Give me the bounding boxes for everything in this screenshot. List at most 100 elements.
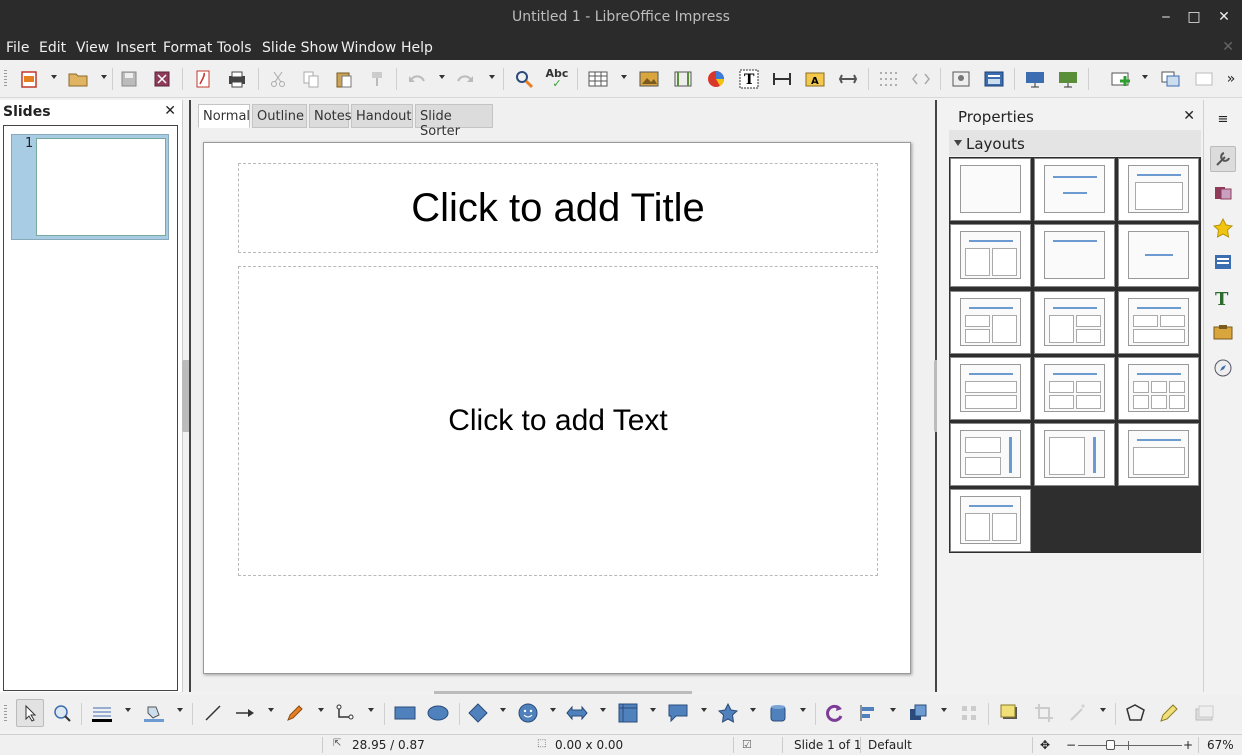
close-properties-icon[interactable]: ✕ — [1183, 108, 1195, 124]
layout-title-6content[interactable] — [1118, 357, 1199, 420]
new-document-icon[interactable] — [18, 68, 40, 90]
start-slideshow-icon[interactable] — [1024, 68, 1046, 90]
distribute-icon[interactable] — [958, 702, 980, 724]
flowchart-icon[interactable] — [617, 702, 639, 724]
properties-wrench-icon[interactable] — [1210, 146, 1236, 172]
connector-icon[interactable] — [334, 702, 356, 724]
save-as-icon[interactable] — [151, 68, 173, 90]
filter-wand-icon[interactable] — [1067, 702, 1089, 724]
menu-window[interactable]: Window — [341, 40, 396, 56]
callouts-icon[interactable] — [667, 702, 689, 724]
stars-icon[interactable] — [717, 702, 739, 724]
fit-slide-icon[interactable]: ✥ — [1040, 738, 1050, 752]
layout-title-vertical-text-clipart[interactable] — [950, 489, 1031, 552]
copy-icon[interactable] — [300, 68, 322, 90]
slide-canvas[interactable]: Click to add Title Click to add Text — [203, 142, 911, 674]
fill-color-icon[interactable] — [143, 702, 165, 724]
ellipse-icon[interactable] — [427, 702, 449, 724]
save-icon[interactable] — [118, 68, 140, 90]
close-slides-pane-icon[interactable]: ✕ — [164, 103, 176, 119]
tab-outline[interactable]: Outline — [252, 104, 307, 128]
layout-title-4content[interactable] — [1034, 357, 1115, 420]
layout-title-content-and-2content[interactable] — [1034, 291, 1115, 354]
new-slide-icon[interactable] — [1110, 68, 1132, 90]
menu-insert[interactable]: Insert — [116, 40, 156, 56]
close-window-button[interactable]: ✕ — [1216, 9, 1232, 25]
arrange-icon[interactable] — [907, 702, 929, 724]
curve-pencil-icon[interactable] — [284, 702, 306, 724]
glue-points-icon[interactable] — [1158, 702, 1180, 724]
hyperlink-icon[interactable] — [837, 68, 859, 90]
zoom-in-button[interactable]: + — [1183, 738, 1193, 752]
layout-centered-text[interactable] — [1118, 224, 1199, 287]
layout-title-slide[interactable] — [1034, 158, 1115, 221]
table-icon[interactable] — [587, 68, 609, 90]
filter-dropdown-icon[interactable] — [1100, 708, 1106, 712]
redo-icon[interactable] — [454, 68, 476, 90]
close-document-icon[interactable]: ✕ — [1222, 39, 1234, 55]
zoom-pan-icon[interactable] — [51, 702, 73, 724]
layout-title-content-over-content[interactable] — [950, 357, 1031, 420]
menu-file[interactable]: File — [6, 40, 29, 56]
basic-shapes-diamond-icon[interactable] — [467, 702, 489, 724]
curve-dropdown-icon[interactable] — [318, 708, 324, 712]
print-icon[interactable] — [226, 68, 248, 90]
media-icon[interactable] — [672, 68, 694, 90]
redo-dropdown-icon[interactable] — [489, 75, 495, 79]
crop-icon[interactable] — [1033, 702, 1055, 724]
arrow-dropdown-icon[interactable] — [268, 708, 274, 712]
helplines-icon[interactable] — [910, 68, 932, 90]
slide-layout-icon[interactable] — [983, 68, 1005, 90]
block-arrows-dropdown-icon[interactable] — [600, 708, 606, 712]
layouts-section-header[interactable]: Layouts — [949, 130, 1201, 156]
layout-title-only[interactable] — [1034, 224, 1115, 287]
export-pdf-icon[interactable] — [192, 68, 214, 90]
toolbar-grip[interactable] — [4, 705, 7, 723]
sidebar-menu-icon[interactable]: ≡ — [1212, 108, 1234, 130]
zoom-out-button[interactable]: − — [1066, 738, 1076, 752]
spellcheck-icon[interactable]: Abc ✓ — [546, 68, 569, 90]
symbol-shapes-dropdown-icon[interactable] — [550, 708, 556, 712]
menu-slide-show[interactable]: Slide Show — [262, 40, 338, 56]
toolbar-grip[interactable] — [4, 70, 7, 88]
connector-dropdown-icon[interactable] — [368, 708, 374, 712]
3d-objects-icon[interactable] — [767, 702, 789, 724]
tab-slide-sorter[interactable]: Slide Sorter — [415, 104, 493, 139]
start-current-slide-icon[interactable] — [1057, 68, 1079, 90]
shadow-icon[interactable] — [998, 702, 1020, 724]
menu-tools[interactable]: Tools — [217, 40, 252, 56]
cut-icon[interactable] — [267, 68, 289, 90]
stars-dropdown-icon[interactable] — [750, 708, 756, 712]
layout-title-2content-over-content[interactable] — [1118, 291, 1199, 354]
points-icon[interactable] — [1124, 702, 1146, 724]
text-box-icon[interactable]: T — [738, 68, 760, 90]
paste-icon[interactable] — [333, 68, 355, 90]
layout-blank[interactable] — [950, 158, 1031, 221]
navigator-compass-icon[interactable] — [1212, 357, 1234, 379]
tab-notes[interactable]: Notes — [309, 104, 352, 128]
layout-title-content[interactable] — [1118, 158, 1199, 221]
symbol-shapes-smiley-icon[interactable] — [517, 702, 539, 724]
zoom-level[interactable]: 67% — [1207, 738, 1234, 752]
slide-thumbnail[interactable]: 1 — [11, 134, 169, 240]
menu-format[interactable]: Format — [163, 40, 212, 56]
line-color-icon[interactable] — [91, 702, 113, 724]
gallery-icon[interactable] — [1212, 321, 1234, 343]
block-arrows-icon[interactable] — [566, 702, 588, 724]
toggle-extrusion-icon[interactable] — [1193, 702, 1215, 724]
image-icon[interactable] — [638, 68, 660, 90]
open-dropdown-icon[interactable] — [101, 75, 107, 79]
new-dropdown-icon[interactable] — [51, 75, 57, 79]
zoom-slider-thumb[interactable] — [1106, 740, 1115, 750]
3d-objects-dropdown-icon[interactable] — [800, 708, 806, 712]
layout-title-2content-and-content[interactable] — [950, 291, 1031, 354]
layout-vertical-title-text-chart[interactable] — [950, 423, 1031, 486]
animation-star-icon[interactable] — [1212, 217, 1234, 239]
undo-dropdown-icon[interactable] — [439, 75, 445, 79]
document-modified-icon[interactable]: ☑ — [742, 738, 752, 751]
horizontal-scrollbar[interactable] — [434, 691, 692, 694]
layout-title-two-content[interactable] — [950, 224, 1031, 287]
maximize-button[interactable]: □ — [1186, 9, 1202, 25]
callouts-dropdown-icon[interactable] — [701, 708, 707, 712]
slide-transition-icon[interactable] — [1212, 182, 1234, 204]
